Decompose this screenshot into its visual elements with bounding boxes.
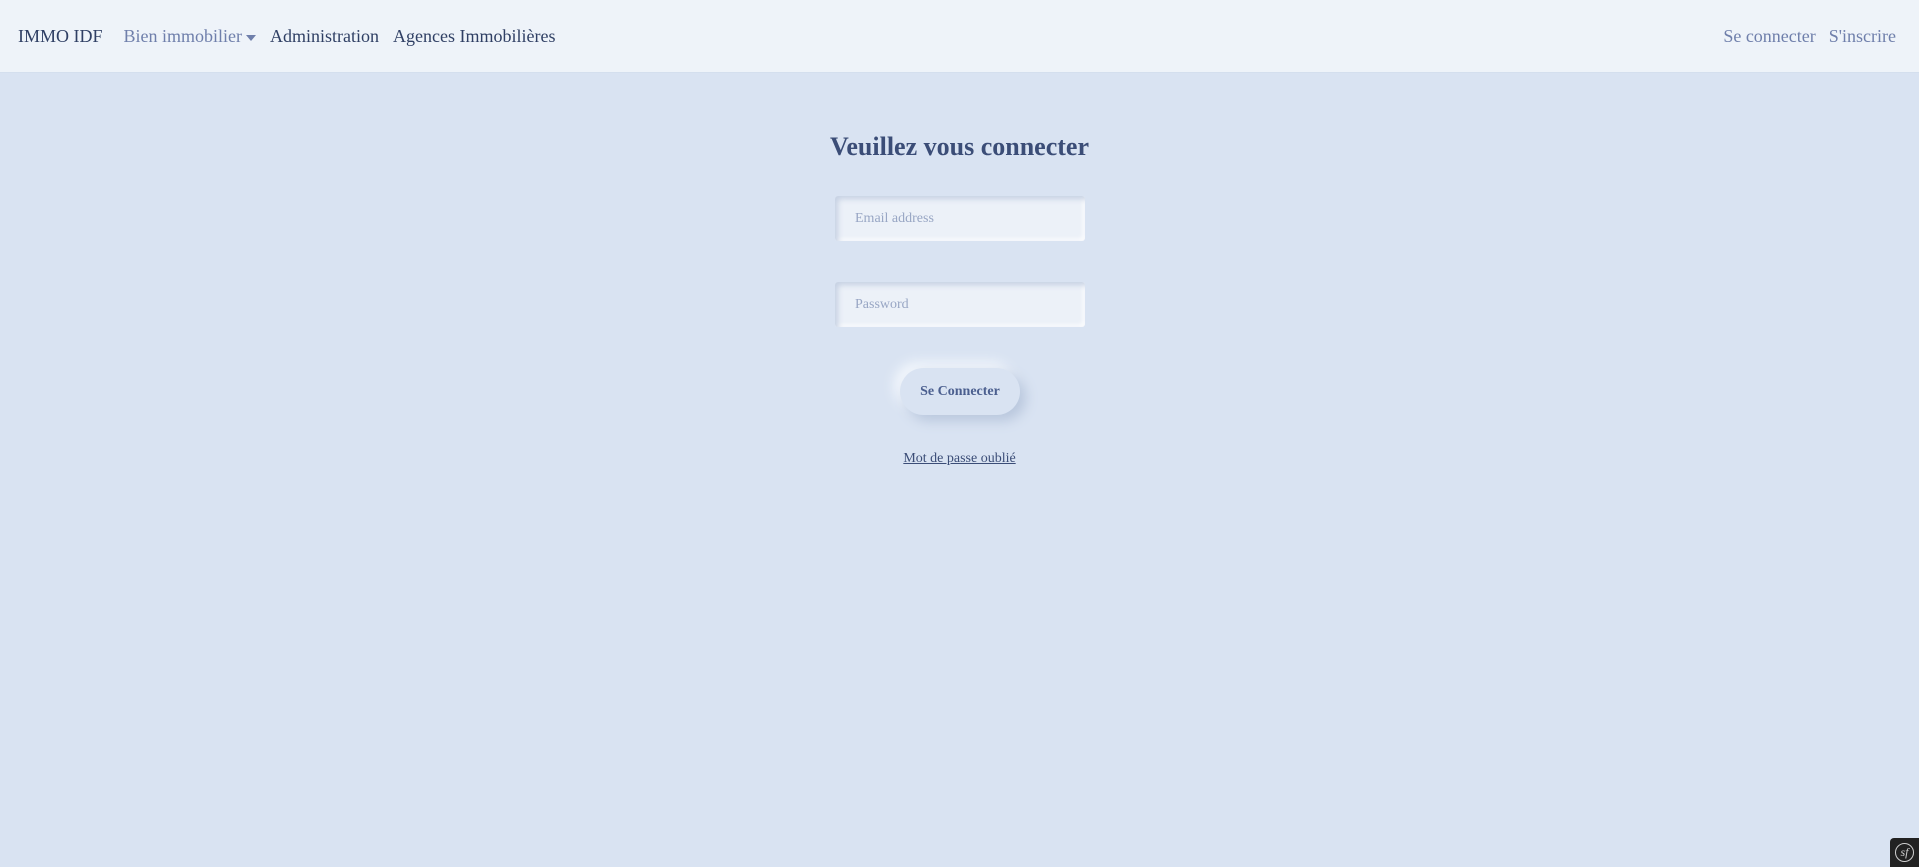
nav-item-agences[interactable]: Agences Immobilières: [393, 26, 555, 47]
symfony-logo-icon: sf: [1895, 843, 1914, 862]
email-field[interactable]: [835, 196, 1085, 241]
nav-item-label: Bien immobilier: [123, 26, 243, 46]
nav-item-login[interactable]: Se connecter: [1723, 26, 1815, 47]
forgot-password-link[interactable]: Mot de passe oublié: [903, 451, 1015, 466]
nav-item-bien-immobilier[interactable]: Bien immobilier: [124, 26, 257, 47]
nav-item-register[interactable]: S'inscrire: [1829, 26, 1896, 47]
navbar-right: Se connecter S'inscrire: [1710, 0, 1896, 73]
caret-down-icon: [246, 34, 257, 41]
login-button[interactable]: Se Connecter: [900, 368, 1020, 415]
top-navbar: IMMO IDF Bien immobilier Administration …: [0, 0, 1919, 73]
nav-item-administration[interactable]: Administration: [270, 26, 379, 47]
navbar-left: IMMO IDF Bien immobilier Administration …: [18, 0, 569, 73]
forgot-password-container: Mot de passe oublié: [0, 449, 1919, 467]
debug-toolbar-toggle[interactable]: sf: [1890, 838, 1919, 867]
login-title: Veuillez vous connecter: [830, 132, 1089, 161]
password-field[interactable]: [835, 282, 1085, 327]
brand-link[interactable]: IMMO IDF: [18, 26, 103, 47]
